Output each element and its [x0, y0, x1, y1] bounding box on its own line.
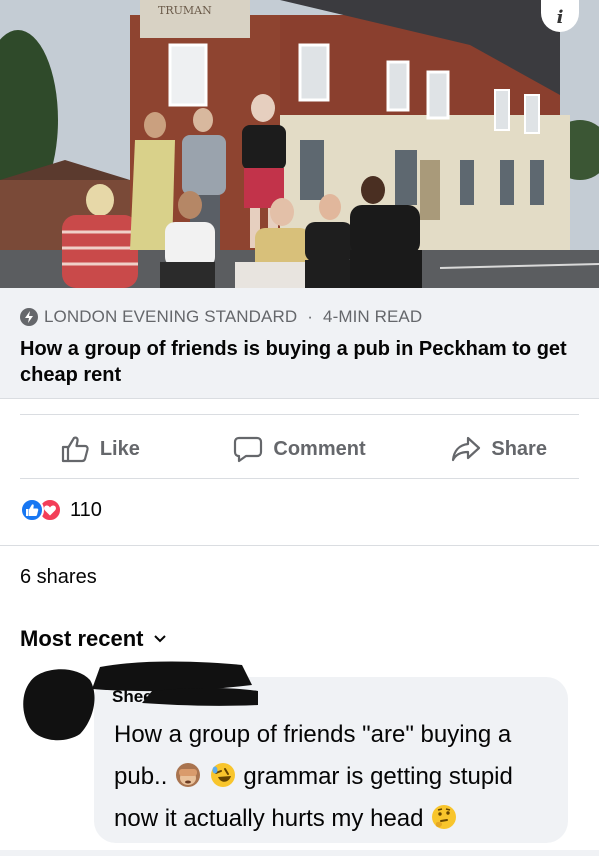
reaction-count: 110 [70, 498, 102, 521]
reaction-summary[interactable]: 110 [20, 498, 102, 522]
see-no-evil-monkey-icon [174, 761, 202, 789]
pub-sign-text: TRUMAN [158, 4, 212, 17]
link-headline[interactable]: How a group of friends is buying a pub i… [20, 336, 580, 388]
comment-fragment: grammar is getting stupid [243, 763, 513, 790]
link-source: LONDON EVENING STANDARD [44, 307, 298, 326]
comment-line: How a group of friends "are" buying a [114, 721, 512, 748]
post-actions: Like Comment Share [0, 420, 599, 478]
divider [0, 545, 599, 546]
divider [20, 478, 579, 479]
share-label: Share [491, 437, 547, 460]
divider [20, 414, 579, 415]
comment-bubble-icon [234, 436, 263, 463]
sort-label: Most recent [20, 626, 144, 651]
chevron-down-icon [154, 635, 167, 643]
comment-text: How a group of friends "are" buying a pu… [114, 714, 559, 840]
avatar[interactable] [20, 662, 98, 744]
like-button[interactable]: Like [0, 435, 200, 463]
rolling-on-floor-laughing-icon [209, 761, 237, 789]
info-icon: i [556, 7, 564, 28]
like-label: Like [99, 437, 140, 460]
like-reaction-icon [20, 498, 44, 522]
separator-dot: · [307, 307, 314, 326]
comment-button[interactable]: Comment [200, 435, 400, 463]
redaction-scribble [92, 661, 258, 706]
article-photo[interactable]: TRUMAN i [0, 0, 599, 288]
comment-fragment: pub.. [114, 763, 168, 790]
comment-line: pub.. grammar is getting stupid [114, 756, 559, 798]
link-preview[interactable]: LONDON EVENING STANDARD · 4-MIN READ How… [0, 288, 599, 399]
comment-label: Comment [273, 437, 366, 460]
read-time: 4-MIN READ [323, 307, 423, 326]
share-button[interactable]: Share [399, 435, 599, 463]
comment-sort-dropdown[interactable]: Most recent [20, 626, 167, 652]
share-count[interactable]: 6 shares [20, 566, 97, 589]
pub-photo-illustration: TRUMAN [0, 0, 599, 288]
comment-fragment: now it actually hurts my head [114, 805, 424, 832]
thinking-face-icon [430, 803, 458, 831]
comment-line: now it actually hurts my head [114, 798, 559, 840]
bottom-divider [0, 850, 599, 856]
lightning-bolt-icon [20, 308, 38, 326]
link-source-row: LONDON EVENING STANDARD · 4-MIN READ [20, 307, 422, 327]
thumbs-up-icon [61, 436, 89, 463]
share-arrow-icon [452, 436, 481, 462]
